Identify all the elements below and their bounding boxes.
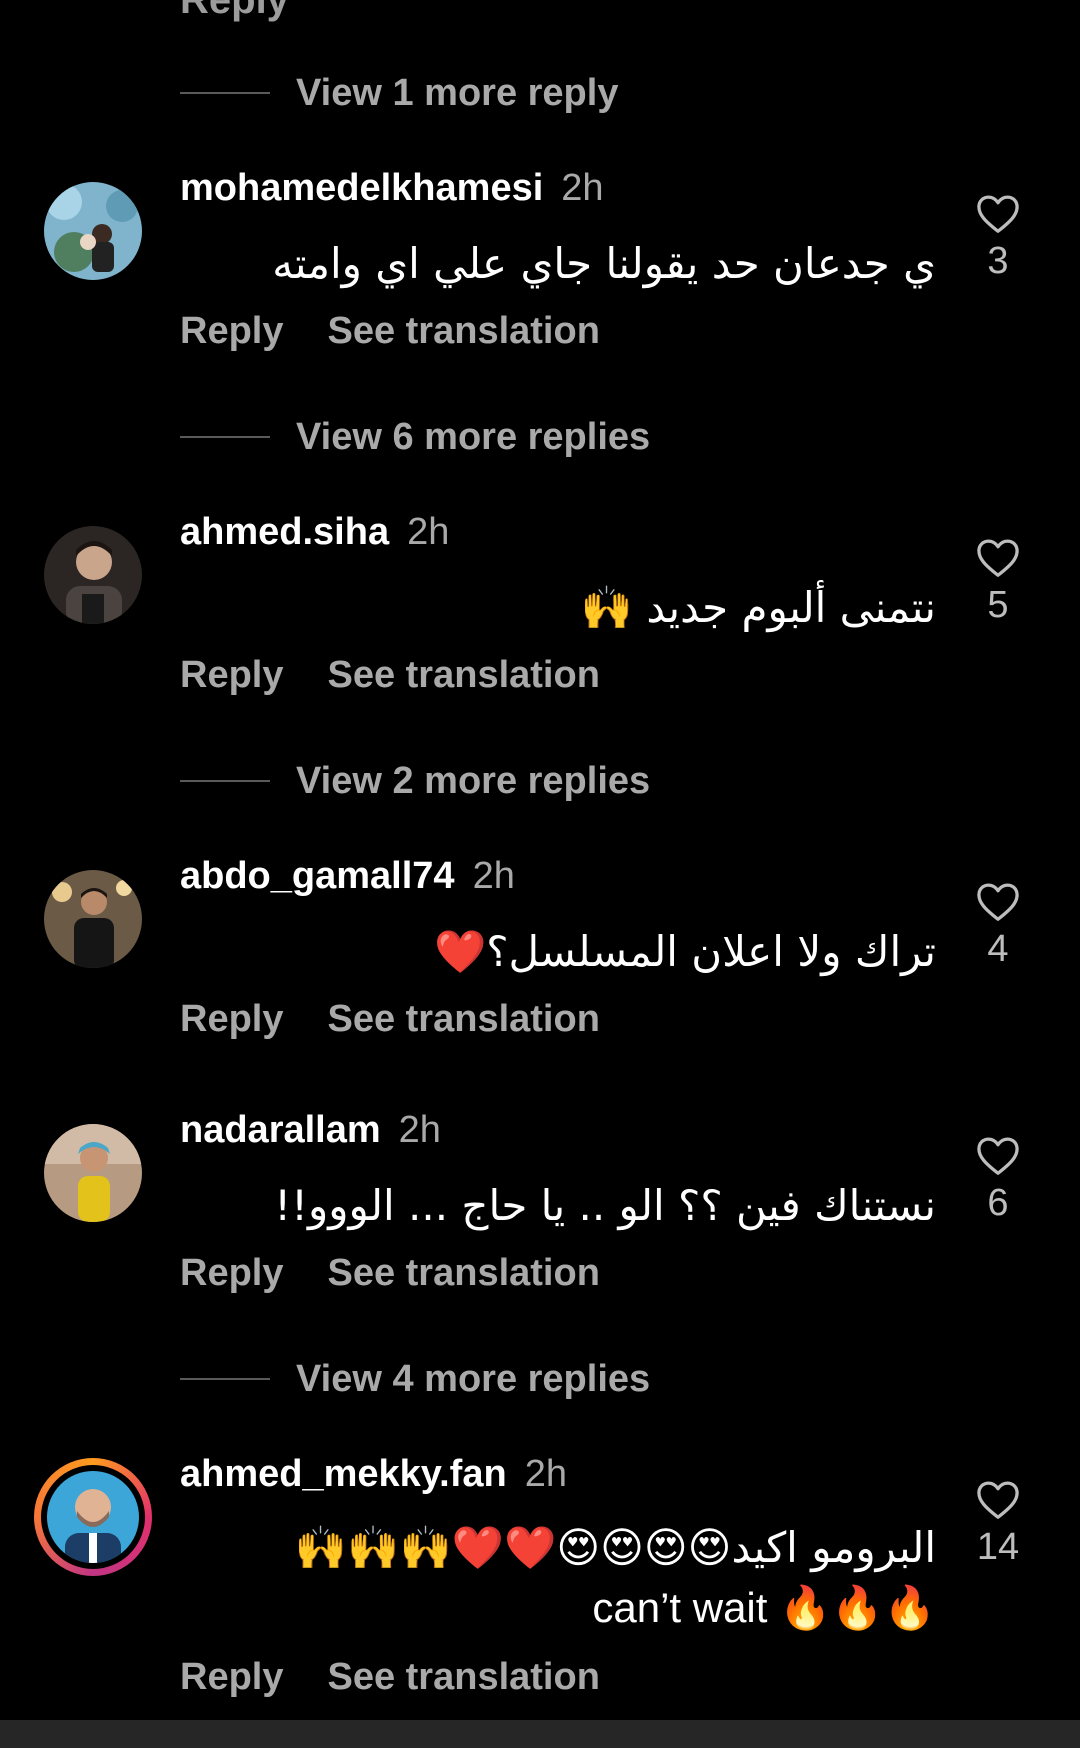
- comment-text-line: البرومو اكيد😍😍😍😍❤️❤️🙌🙌🙌: [294, 1523, 936, 1572]
- heart-outline-icon: [977, 883, 1019, 921]
- separator-line: [180, 780, 270, 782]
- username[interactable]: abdo_gamall74: [180, 855, 455, 897]
- see-translation-button[interactable]: See translation: [327, 1656, 599, 1698]
- timestamp: 2h: [561, 167, 604, 209]
- see-translation-button[interactable]: See translation: [327, 1252, 599, 1294]
- view-more-replies[interactable]: View 2 more replies: [180, 756, 650, 806]
- avatar[interactable]: [44, 1124, 142, 1222]
- username[interactable]: ahmed_mekky.fan: [180, 1453, 507, 1495]
- heart-outline-icon: [977, 195, 1019, 233]
- username[interactable]: mohamedelkhamesi: [180, 167, 543, 209]
- comment-header: mohamedelkhamesi 2h: [180, 167, 604, 210]
- view-more-replies-label: View 2 more replies: [296, 759, 651, 802]
- view-more-replies-label: View 6 more replies: [296, 415, 651, 458]
- heart-outline-icon: [977, 1481, 1019, 1519]
- like-button[interactable]: 4: [970, 882, 1026, 971]
- see-translation-button[interactable]: See translation: [327, 310, 599, 352]
- comment-header: abdo_gamall74 2h: [180, 855, 515, 898]
- timestamp: 2h: [524, 1453, 567, 1495]
- separator-line: [180, 92, 270, 94]
- avatar-ring-gap: [41, 1465, 145, 1569]
- reply-button-cut[interactable]: Reply: [180, 0, 289, 23]
- comment-text: تراك ولا اعلان المسلسل؟❤️: [433, 927, 936, 976]
- comment-actions: Reply See translation: [180, 998, 600, 1041]
- like-count: 4: [987, 928, 1009, 970]
- like-count: 6: [987, 1182, 1009, 1224]
- timestamp: 2h: [398, 1109, 441, 1151]
- timestamp: 2h: [407, 511, 450, 553]
- heart-outline-icon: [977, 539, 1019, 577]
- view-more-replies[interactable]: View 4 more replies: [180, 1354, 650, 1404]
- reply-button[interactable]: Reply: [180, 1656, 283, 1698]
- like-button[interactable]: 14: [970, 1480, 1026, 1569]
- avatar[interactable]: [44, 182, 142, 280]
- comment-text: البرومو اكيد😍😍😍😍❤️❤️🙌🙌🙌 can’t wait 🔥🔥🔥: [176, 1518, 936, 1638]
- see-translation-button[interactable]: See translation: [327, 654, 599, 696]
- username[interactable]: ahmed.siha: [180, 511, 389, 553]
- comment-header: ahmed_mekky.fan 2h: [180, 1453, 567, 1496]
- like-button[interactable]: 5: [970, 538, 1026, 627]
- comment-actions: Reply See translation: [180, 310, 600, 353]
- like-count: 3: [987, 240, 1009, 282]
- view-more-replies-label: View 4 more replies: [296, 1357, 651, 1400]
- comment-actions: Reply See translation: [180, 1656, 600, 1699]
- comment-actions: Reply See translation: [180, 1252, 600, 1295]
- reply-button[interactable]: Reply: [180, 310, 283, 352]
- like-count: 5: [987, 584, 1009, 626]
- reply-button[interactable]: Reply: [180, 654, 283, 696]
- avatar[interactable]: [44, 526, 142, 624]
- reply-button[interactable]: Reply: [180, 1252, 283, 1294]
- avatar-story-ring[interactable]: [34, 1458, 152, 1576]
- like-button[interactable]: 6: [970, 1136, 1026, 1225]
- avatar[interactable]: [44, 870, 142, 968]
- comment-header: ahmed.siha 2h: [180, 511, 449, 554]
- separator-line: [180, 1378, 270, 1380]
- comment-actions: Reply See translation: [180, 654, 600, 697]
- see-translation-button[interactable]: See translation: [327, 998, 599, 1040]
- view-more-replies-label: View 1 more reply: [296, 71, 619, 114]
- heart-outline-icon: [977, 1137, 1019, 1175]
- comment-text: نتمنى ألبوم جديد 🙌: [580, 583, 936, 632]
- username[interactable]: nadarallam: [180, 1109, 381, 1151]
- view-more-replies[interactable]: View 1 more reply: [180, 68, 618, 118]
- comment-header: nadarallam 2h: [180, 1109, 441, 1152]
- reply-button[interactable]: Reply: [180, 998, 283, 1040]
- bottom-bar: [0, 1720, 1080, 1748]
- separator-line: [180, 436, 270, 438]
- comment-text: ي جدعان حد يقولنا جاي علي اي وامته: [272, 239, 936, 288]
- view-more-replies[interactable]: View 6 more replies: [180, 412, 650, 462]
- comment-text-line: can’t wait 🔥🔥🔥: [592, 1584, 936, 1631]
- avatar: [47, 1471, 139, 1563]
- comment-text: نستناك فين ؟؟ الو .. يا حاج ... الووو!!: [274, 1181, 936, 1230]
- like-button[interactable]: 3: [970, 194, 1026, 283]
- timestamp: 2h: [472, 855, 515, 897]
- like-count: 14: [976, 1526, 1020, 1568]
